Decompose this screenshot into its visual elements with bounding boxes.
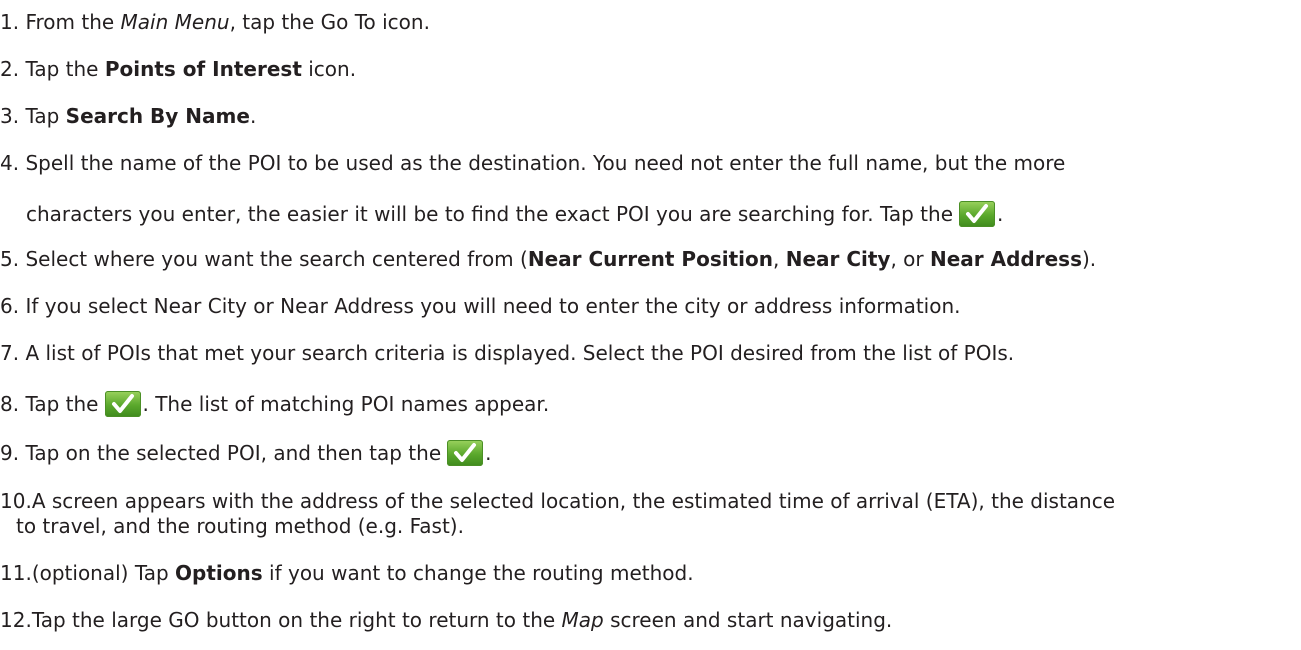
step-number: 8. bbox=[0, 392, 20, 416]
step-text: Tap bbox=[25, 104, 66, 128]
step-number: 11. bbox=[0, 561, 32, 585]
step-text: . bbox=[997, 202, 1004, 226]
step-1: 1. From the Main Menu, tap the Go To ico… bbox=[0, 10, 430, 34]
step-12: 12.Tap the large GO button on the right … bbox=[0, 608, 892, 632]
step-text: , bbox=[772, 247, 786, 271]
step-10: 10.A screen appears with the address of … bbox=[0, 489, 1115, 513]
step-text: icon. bbox=[301, 57, 357, 81]
step-number: 5. bbox=[0, 247, 20, 271]
checkmark-icon bbox=[959, 201, 996, 227]
step-text: Select where you want the search centere… bbox=[25, 247, 528, 271]
step-4-continuation: characters you enter, the easier it will… bbox=[26, 201, 1003, 227]
step-8: 8. Tap the . The list of matching POI nam… bbox=[0, 391, 549, 417]
step-5: 5. Select where you want the search cent… bbox=[0, 247, 1096, 271]
step-text: Tap on the selected POI, and then tap th… bbox=[25, 441, 442, 465]
checkmark-icon bbox=[447, 440, 484, 466]
step-text: Tap the bbox=[25, 392, 99, 416]
step-10-continuation: to travel, and the routing method (e.g. … bbox=[16, 514, 464, 538]
step-bold: Search By Name bbox=[65, 104, 250, 128]
step-number: 9. bbox=[0, 441, 20, 465]
step-4: 4. Spell the name of the POI to be used … bbox=[0, 151, 1065, 175]
checkmark-icon bbox=[104, 391, 141, 417]
step-italic: Map bbox=[561, 608, 604, 632]
step-text: . bbox=[249, 104, 257, 128]
step-bold: Near Current Position bbox=[527, 247, 773, 271]
step-text: A screen appears with the address of the… bbox=[31, 489, 1116, 513]
step-3: 3. Tap Search By Name. bbox=[0, 104, 256, 128]
step-number: 6. bbox=[0, 294, 20, 318]
step-italic: Main Menu bbox=[120, 10, 230, 34]
step-6: 6. If you select Near City or Near Addre… bbox=[0, 294, 961, 318]
step-text: screen and start navigating. bbox=[603, 608, 893, 632]
step-text: Spell the name of the POI to be used as … bbox=[25, 151, 1066, 175]
step-9: 9. Tap on the selected POI, and then tap… bbox=[0, 440, 492, 466]
step-text: Tap the large GO button on the right to … bbox=[31, 608, 562, 632]
step-text: ). bbox=[1081, 247, 1097, 271]
step-text: (optional) Tap bbox=[31, 561, 176, 585]
step-text: characters you enter, the easier it will… bbox=[26, 202, 954, 226]
step-text: if you want to change the routing method… bbox=[262, 561, 694, 585]
step-7: 7. A list of POIs that met your search c… bbox=[0, 341, 1014, 365]
step-text: , tap the Go To icon. bbox=[229, 10, 430, 34]
step-text: Tap the bbox=[25, 57, 105, 81]
step-text: If you select Near City or Near Address … bbox=[25, 294, 961, 318]
step-text: to travel, and the routing method (e.g. … bbox=[16, 514, 464, 538]
step-text: From the bbox=[25, 10, 121, 34]
step-bold: Near City bbox=[785, 247, 891, 271]
step-2: 2. Tap the Points of Interest icon. bbox=[0, 57, 356, 81]
step-text: . The list of matching POI names appear. bbox=[142, 392, 550, 416]
step-number: 3. bbox=[0, 104, 20, 128]
step-11: 11.(optional) Tap Options if you want to… bbox=[0, 561, 694, 585]
step-number: 12. bbox=[0, 608, 32, 632]
step-text: A list of POIs that met your search crit… bbox=[25, 341, 1015, 365]
step-text: . bbox=[485, 441, 492, 465]
step-bold: Options bbox=[175, 561, 263, 585]
step-text: , or bbox=[890, 247, 930, 271]
step-number: 2. bbox=[0, 57, 20, 81]
step-number: 7. bbox=[0, 341, 20, 365]
step-number: 10. bbox=[0, 489, 32, 513]
step-number: 1. bbox=[0, 10, 20, 34]
step-bold: Points of Interest bbox=[104, 57, 302, 81]
step-number: 4. bbox=[0, 151, 20, 175]
step-bold: Near Address bbox=[930, 247, 1082, 271]
